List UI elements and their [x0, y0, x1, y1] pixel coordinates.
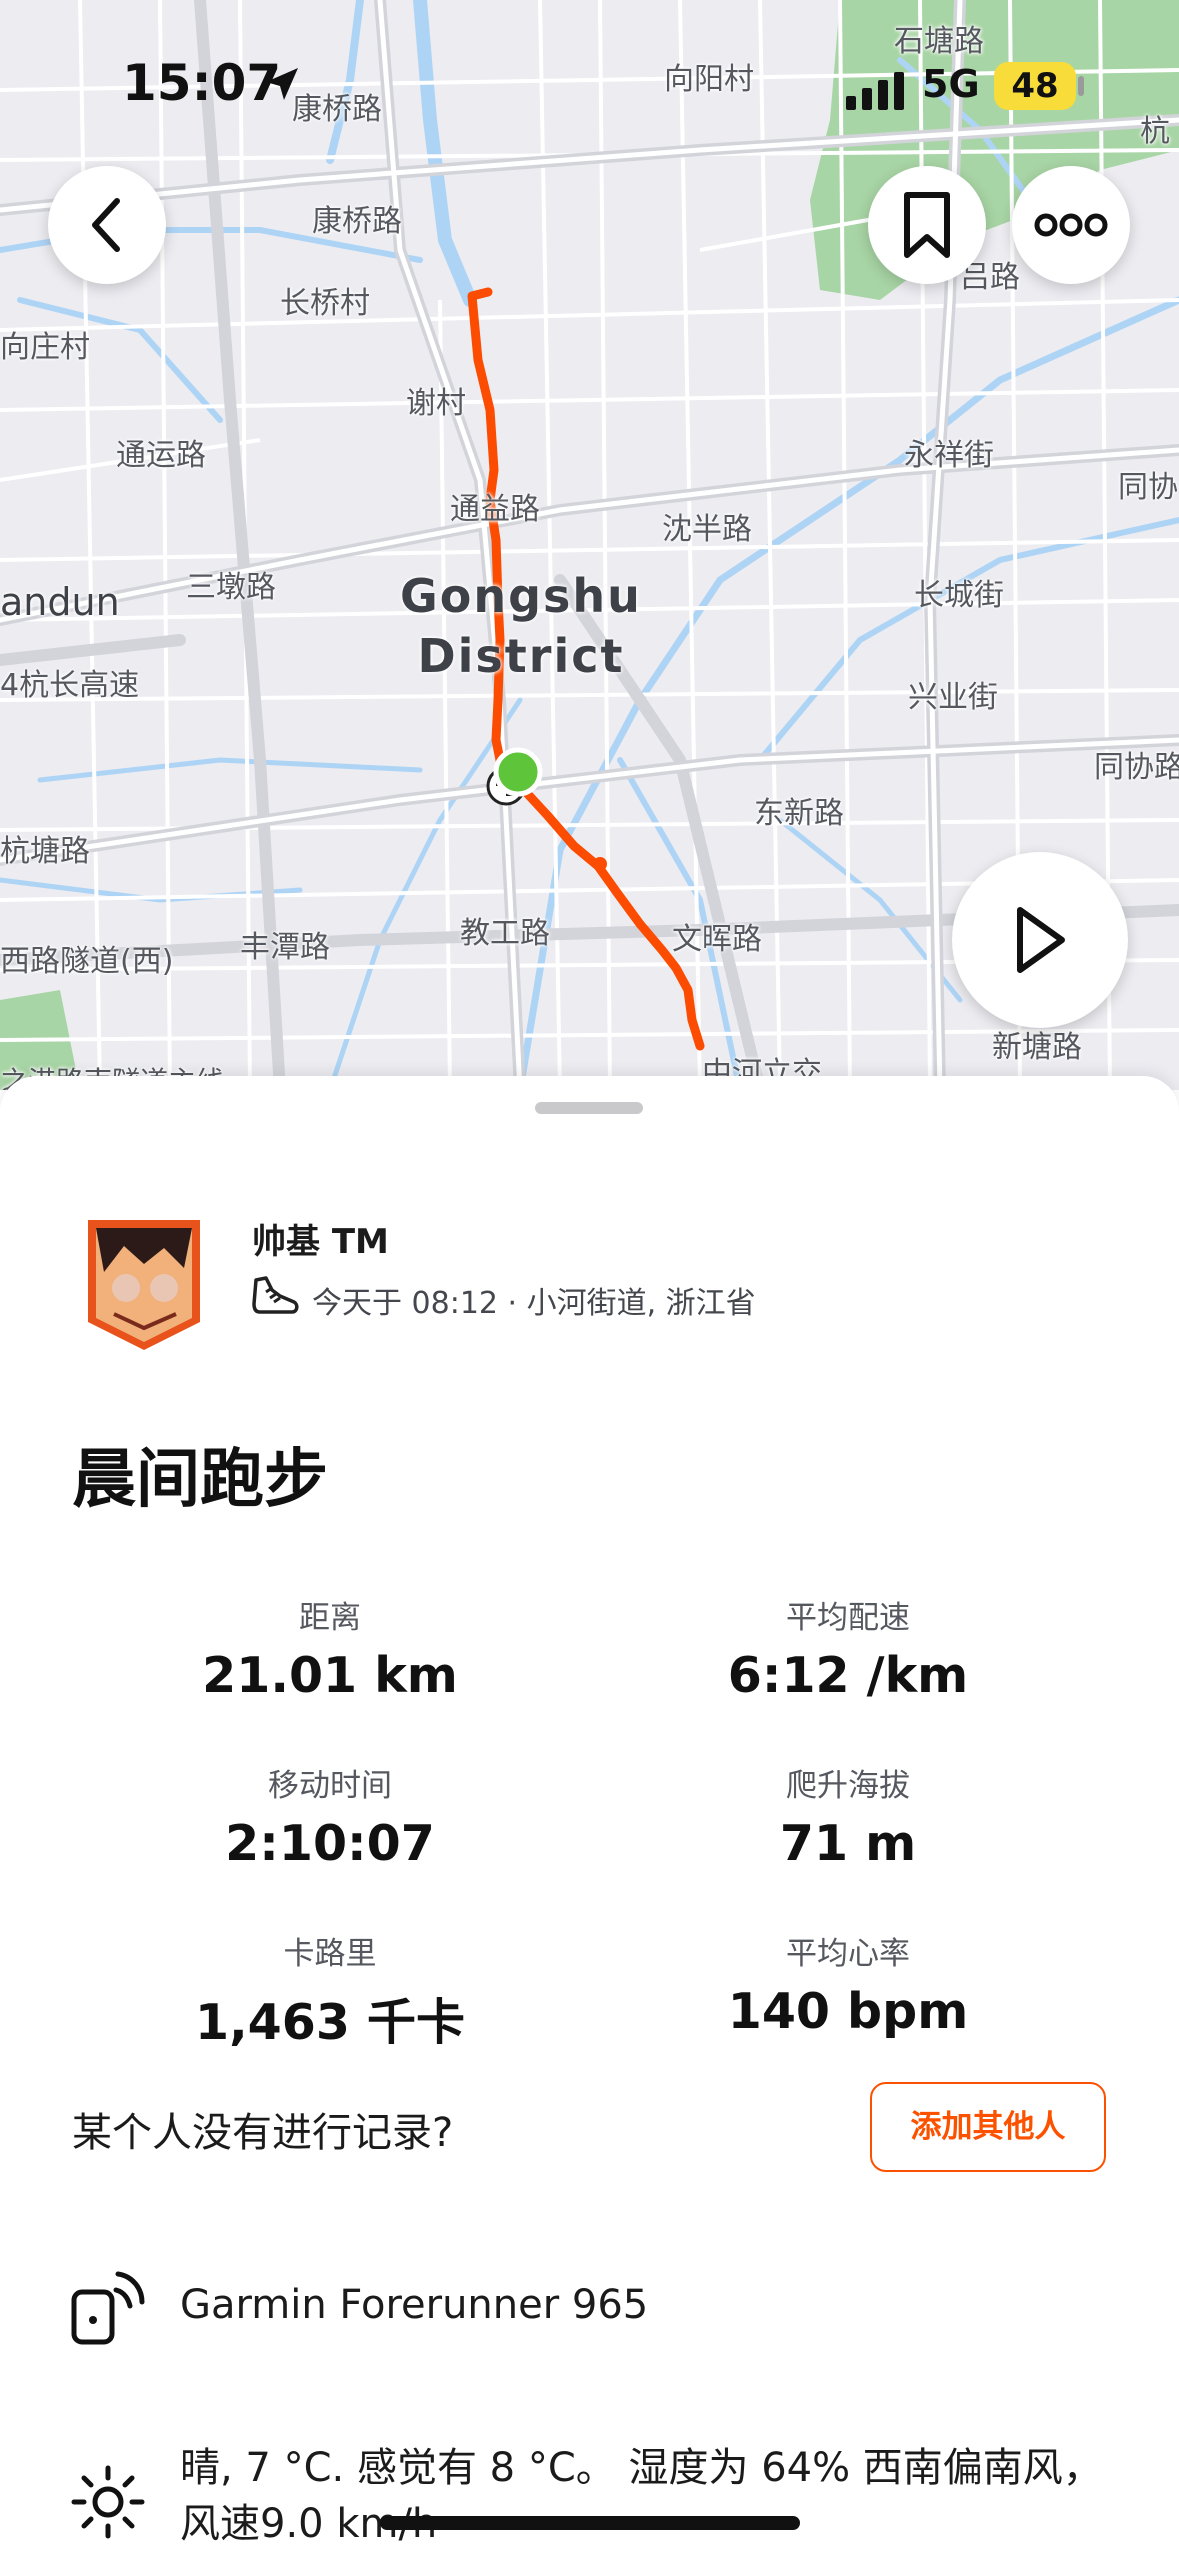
map-label: 谢村	[406, 386, 466, 421]
map-label: 杭塘路	[0, 834, 90, 869]
battery-tip	[1078, 76, 1084, 96]
others-question: 某个人没有进行记录?	[72, 2110, 454, 2156]
more-icon	[1034, 213, 1108, 237]
sheet-grabber[interactable]	[535, 1102, 643, 1114]
stat-label: 平均配速	[786, 1600, 910, 1636]
map-label: 丰潭路	[240, 930, 330, 965]
stat-label: 移动时间	[268, 1768, 392, 1804]
stat-value: 6:12 /km	[727, 1647, 969, 1704]
map-label: 向庄村	[0, 330, 90, 365]
battery-icon: 48	[994, 62, 1076, 110]
map-label: 4杭长高速	[0, 668, 140, 703]
bookmark-button[interactable]	[868, 166, 986, 284]
stat-elevation: 爬升海拔 71 m	[618, 1760, 1078, 1872]
stat-label: 距离	[299, 1600, 361, 1636]
clock: 15:07	[122, 54, 282, 112]
device-name[interactable]: Garmin Forerunner 965	[180, 2282, 648, 2328]
map-label: 沈半路	[662, 512, 752, 547]
athlete-name[interactable]: 帅基 TM	[252, 1214, 389, 1263]
map-label: 西路隧道(西)	[0, 944, 174, 979]
stat-value: 71 m	[779, 1815, 917, 1872]
stat-value: 2:10:07	[225, 1815, 435, 1872]
map-label: 通运路	[116, 438, 206, 473]
map-label: 同协路	[1094, 750, 1179, 785]
avatar[interactable]	[84, 1218, 204, 1352]
map-label: 通益路	[450, 492, 540, 527]
location-arrow-icon	[266, 68, 298, 100]
more-button[interactable]	[1012, 166, 1130, 284]
bookmark-icon	[904, 192, 950, 258]
play-button[interactable]	[952, 852, 1128, 1028]
shoe-icon	[252, 1276, 299, 1314]
map-label: 三墩路	[186, 570, 276, 605]
stat-calories: 卡路里 1,463 千卡	[100, 1928, 560, 2054]
district-label: Gongshu District	[400, 569, 642, 683]
map-label: 东新路	[754, 796, 844, 831]
stat-heart-rate: 平均心率 140 bpm	[618, 1928, 1078, 2040]
map-label: 同协	[1118, 470, 1178, 505]
map-label: 长桥村	[280, 286, 370, 321]
network-type: 5G	[922, 62, 980, 106]
activity-meta: 今天于 08:12 · 小河街道, 浙江省	[312, 1286, 756, 1321]
chevron-left-icon	[92, 198, 120, 252]
sun-icon	[71, 2465, 145, 2539]
map-label: 新塘路	[992, 1030, 1082, 1065]
device-icon	[71, 2271, 145, 2345]
stat-value: 140 bpm	[727, 1983, 969, 2040]
stat-value: 1,463 千卡	[194, 1994, 466, 2051]
status-bar: 15:07 5G 48	[0, 0, 1179, 170]
map-label: 永祥街	[904, 438, 994, 473]
stat-moving-time: 移动时间 2:10:07	[100, 1760, 560, 1872]
map-label: 兴业街	[908, 680, 998, 715]
map-label: 长城街	[914, 578, 1004, 613]
stat-label: 爬升海拔	[786, 1768, 910, 1804]
map-label: andun	[0, 580, 120, 624]
stat-value: 21.01 km	[202, 1647, 458, 1704]
add-others-button[interactable]: 添加其他人	[870, 2082, 1106, 2172]
activity-title: 晨间跑步	[72, 1443, 328, 1517]
home-indicator[interactable]	[380, 2516, 800, 2530]
play-icon	[1017, 907, 1065, 973]
stat-distance: 距离 21.01 km	[100, 1592, 560, 1704]
map-label: 康桥路	[312, 204, 402, 239]
stat-label: 平均心率	[786, 1936, 910, 1972]
map-label: 文晖路	[672, 922, 762, 957]
stat-pace: 平均配速 6:12 /km	[618, 1592, 1078, 1704]
back-button[interactable]	[48, 166, 166, 284]
signal-icon	[846, 72, 904, 110]
map-label: 教工路	[460, 916, 550, 951]
stat-label: 卡路里	[283, 1936, 377, 1972]
weather-text: 晴, 7 °C. 感觉有 8 °C。 湿度为 64% 西南偏南风，风速9.0 k…	[180, 2445, 1103, 2547]
